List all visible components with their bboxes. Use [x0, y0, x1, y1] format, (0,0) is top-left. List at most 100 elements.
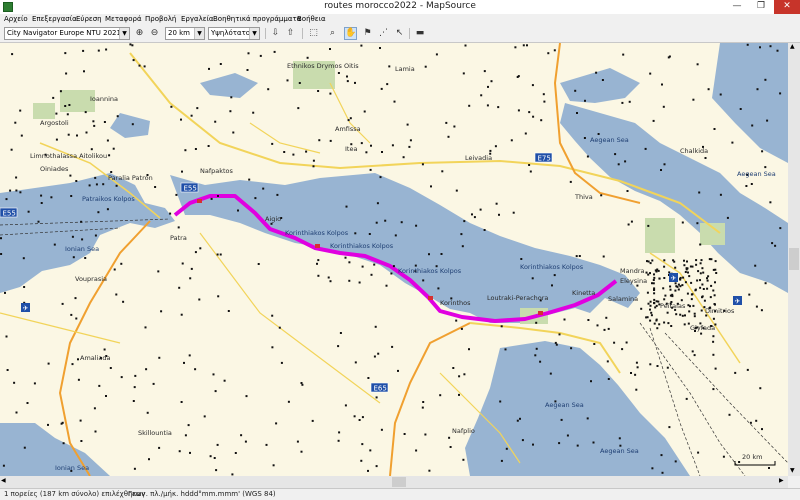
route-tool-icon[interactable]: ⋰	[377, 27, 390, 40]
menu-help[interactable]: Βοήθεια	[297, 14, 326, 25]
settlement-dot	[98, 384, 101, 387]
menu-transfer[interactable]: Μεταφορά	[105, 14, 142, 25]
menu-edit[interactable]: Επεξεργασία	[32, 14, 77, 25]
scroll-down-icon[interactable]: ▼	[790, 467, 795, 474]
settlement-dot	[691, 350, 694, 353]
settlement-dot	[649, 262, 652, 265]
settlement-dot	[106, 208, 109, 211]
receive-from-device-icon[interactable]: ⇩	[269, 27, 282, 40]
settlement-dot	[688, 275, 691, 278]
horizontal-scrollbar[interactable]: ◀ ▶	[0, 476, 788, 488]
settlement-dot	[661, 83, 663, 86]
zoom-level-select[interactable]: 20 km ▼	[165, 27, 205, 40]
sea-label: Patraikos Kolpos	[82, 195, 135, 203]
settlement-dot	[647, 302, 650, 305]
settlement-dot	[644, 147, 647, 150]
settlement-dot	[375, 396, 378, 399]
settlement-dot	[338, 431, 341, 434]
close-button[interactable]: ✕	[774, 0, 800, 14]
menu-utilities[interactable]: Βοηθητικά προγράμματα	[213, 14, 301, 25]
settlement-dot	[271, 346, 274, 349]
settlement-dot	[234, 452, 237, 454]
settlement-dot	[596, 324, 599, 327]
settlement-dot	[347, 119, 350, 122]
hand-tool-icon[interactable]: ✋	[344, 27, 357, 40]
settlement-dot	[722, 455, 725, 458]
settlement-dot	[690, 281, 693, 284]
settlement-dot	[535, 347, 538, 350]
settlement-dot	[375, 221, 378, 224]
settlement-dot	[587, 319, 590, 321]
sea-label: Ionian Sea	[65, 245, 99, 253]
settlement-dot	[148, 458, 150, 461]
pointer-tool-icon[interactable]: ↖	[393, 27, 406, 40]
settlement-dot	[636, 366, 639, 369]
sea-label: Aegean Sea	[737, 170, 776, 178]
settlement-dot	[540, 119, 543, 122]
menu-tools[interactable]: Εργαλεία	[181, 14, 214, 25]
settlement-dot	[373, 355, 376, 358]
settlement-dot	[754, 264, 757, 267]
settlement-dot	[55, 112, 58, 115]
zoom-in-icon[interactable]: ⊕	[133, 27, 146, 40]
settlement-dot	[771, 242, 774, 245]
vertical-scroll-thumb[interactable]	[789, 248, 799, 270]
map-canvas[interactable]: E55 E55 E75 E65 Ioannina Argostoli Limno…	[0, 43, 788, 476]
settlement-dot	[286, 79, 289, 82]
vertical-scrollbar[interactable]: ▲ ▼	[788, 43, 800, 476]
menu-find[interactable]: Εύρεση	[76, 14, 102, 25]
horizontal-scroll-thumb[interactable]	[392, 477, 406, 487]
settlement-dot	[695, 263, 698, 266]
settlement-dot	[685, 397, 688, 400]
settlement-dot	[300, 450, 303, 453]
scroll-left-icon[interactable]: ◀	[1, 477, 6, 484]
send-to-device-icon[interactable]: ⇧	[284, 27, 297, 40]
settlement-dot	[621, 348, 624, 351]
maximize-button[interactable]: ❐	[750, 0, 772, 14]
settlement-dot	[553, 274, 556, 277]
waypoint-tool-icon[interactable]: ⚑	[361, 27, 374, 40]
minimize-button[interactable]: —	[726, 0, 748, 14]
settlement-dot	[455, 319, 458, 322]
settlement-dot	[532, 443, 534, 446]
zoom-out-icon[interactable]: ⊖	[148, 27, 161, 40]
settlement-dot	[369, 449, 372, 452]
settlement-dot	[77, 378, 80, 381]
zoom-tool-icon[interactable]: ⌕	[326, 27, 339, 40]
scroll-right-icon[interactable]: ▶	[779, 477, 784, 484]
status-coordinate-format: Γεωγ. πλ./μήκ. hddd°mm.mmm' (WGS 84)	[128, 490, 276, 498]
settlement-dot	[317, 90, 320, 92]
settlement-dot	[551, 284, 553, 287]
selection-tool-icon[interactable]: ⬚	[307, 27, 320, 40]
measure-tool-icon[interactable]: ▬	[412, 27, 428, 40]
place-label: Thiva	[574, 193, 593, 201]
place-label: Kinetta	[572, 289, 595, 297]
settlement-dot	[422, 401, 425, 403]
settlement-dot	[71, 235, 74, 238]
settlement-dot	[628, 100, 631, 103]
settlement-dot	[697, 451, 700, 454]
menu-file[interactable]: Αρχείο	[4, 14, 28, 25]
settlement-dot	[0, 253, 3, 255]
settlement-dot	[460, 327, 463, 330]
settlement-dot	[80, 440, 83, 442]
settlement-dot	[52, 96, 55, 99]
settlement-dot	[146, 411, 149, 414]
settlement-dot	[726, 216, 729, 219]
menu-view[interactable]: Προβολή	[145, 14, 176, 25]
settlement-dot	[428, 469, 431, 472]
detail-select[interactable]: Υψηλότατο ▼	[208, 27, 260, 40]
settlement-dot	[180, 118, 182, 121]
product-select[interactable]: City Navigator Europe NTU 2021.1 ▼	[4, 27, 130, 40]
settlement-dot	[653, 276, 656, 279]
settlement-dot	[300, 382, 303, 384]
scroll-up-icon[interactable]: ▲	[790, 43, 795, 50]
settlement-dot	[367, 469, 369, 472]
settlement-dot	[714, 281, 716, 284]
settlement-dot	[409, 139, 412, 142]
settlement-dot	[190, 114, 193, 117]
settlement-dot	[217, 295, 220, 298]
settlement-dot	[22, 257, 25, 260]
settlement-dot	[379, 176, 382, 179]
settlement-dot	[534, 354, 537, 357]
